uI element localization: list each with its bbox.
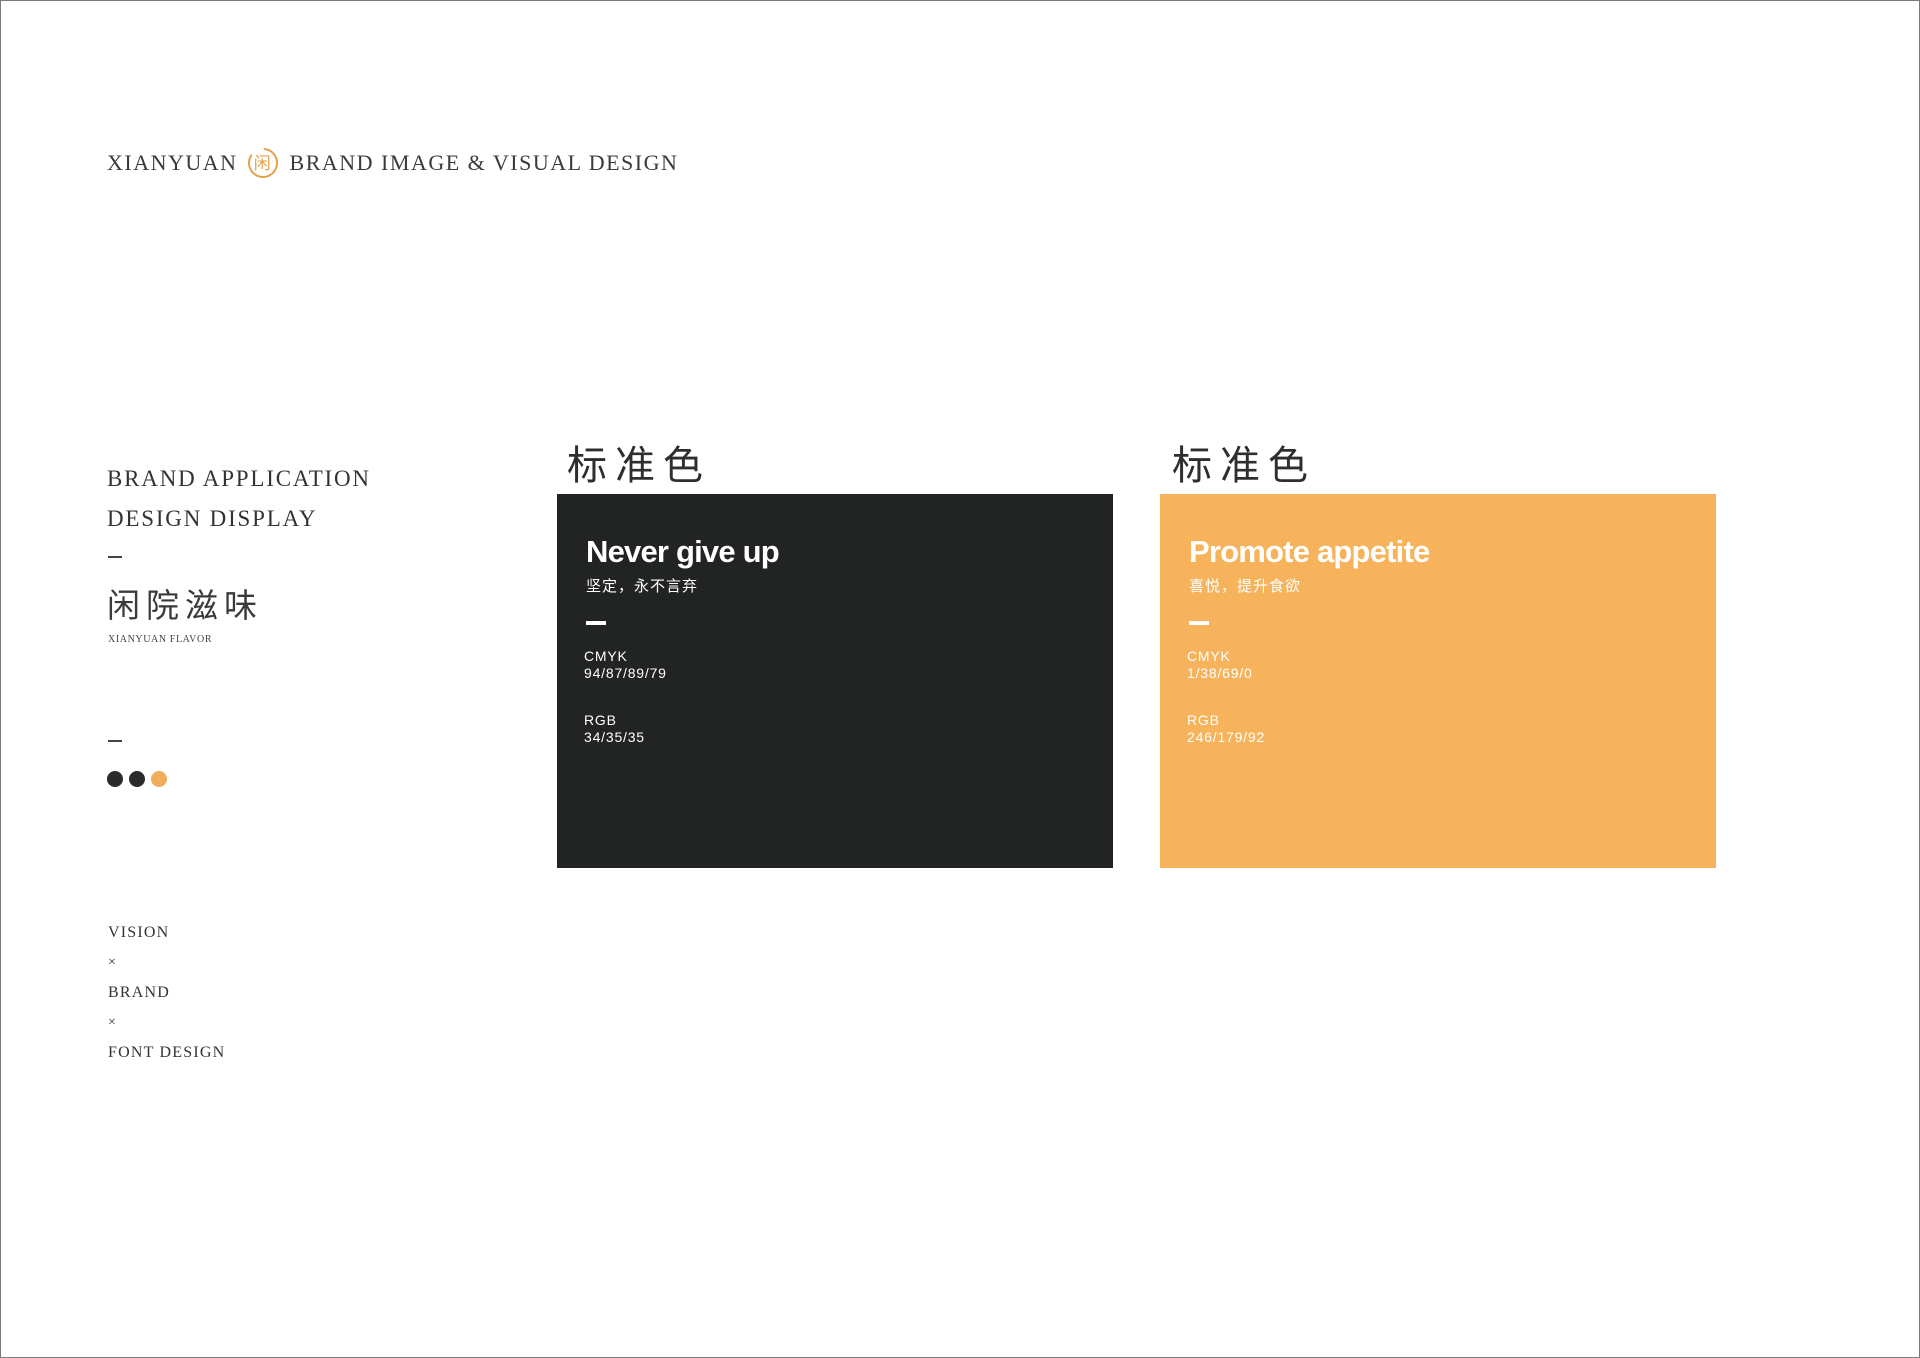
color-dot — [151, 771, 167, 787]
chinese-title: 闲院滋味 — [107, 586, 263, 625]
section-title: BRAND APPLICATION DESIGN DISPLAY — [107, 459, 371, 539]
rgb-label: RGB — [1187, 712, 1220, 728]
card-title: Never give up — [586, 534, 780, 569]
card-subtitle: 喜悦，提升食欲 — [1189, 577, 1302, 595]
vision-separator: × — [108, 1015, 118, 1030]
card-divider — [586, 621, 606, 625]
english-subtitle: XIANYUAN FLAVOR — [108, 634, 213, 645]
divider-dash — [108, 556, 122, 558]
rgb-value: 34/35/35 — [584, 729, 645, 745]
vision-item: BRAND — [108, 984, 171, 1001]
color-dot — [129, 771, 145, 787]
card-divider — [1189, 621, 1209, 625]
color-dot — [107, 771, 123, 787]
rgb-label: RGB — [584, 712, 617, 728]
card-subtitle: 坚定，永不言弃 — [586, 577, 699, 595]
page: XIANYUAN 闲 BRAND IMAGE & VISUAL DESIGN B… — [0, 0, 1920, 1358]
brand-name: XIANYUAN — [107, 150, 238, 175]
vision-item: VISION — [108, 924, 170, 941]
standard-color-label: 标准色 — [1172, 443, 1316, 489]
color-dots — [107, 771, 167, 787]
brand-tagline: BRAND IMAGE & VISUAL DESIGN — [289, 150, 679, 175]
cmyk-value: 94/87/89/79 — [584, 665, 667, 681]
color-card-orange: Promote appetite 喜悦，提升食欲 CMYK 1/38/69/0 … — [1160, 494, 1716, 868]
cmyk-label: CMYK — [1187, 648, 1231, 664]
card-title: Promote appetite — [1189, 534, 1430, 569]
rgb-value: 246/179/92 — [1187, 729, 1266, 745]
cmyk-value: 1/38/69/0 — [1187, 665, 1253, 681]
vision-separator: × — [108, 955, 118, 970]
section-title-line1: BRAND APPLICATION — [107, 466, 371, 491]
vision-list: VISION × BRAND × FONT DESIGN — [108, 918, 225, 1068]
page-header: XIANYUAN 闲 BRAND IMAGE & VISUAL DESIGN — [107, 143, 678, 183]
divider-dash — [108, 740, 122, 742]
section-title-line2: DESIGN DISPLAY — [107, 506, 318, 531]
vision-item: FONT DESIGN — [108, 1044, 226, 1061]
standard-color-label: 标准色 — [567, 443, 711, 489]
xian-seal-logo: 闲 — [246, 146, 280, 180]
color-card-dark: Never give up 坚定，永不言弃 CMYK 94/87/89/79 R… — [557, 494, 1113, 868]
svg-text:闲: 闲 — [253, 154, 272, 174]
cmyk-label: CMYK — [584, 648, 628, 664]
